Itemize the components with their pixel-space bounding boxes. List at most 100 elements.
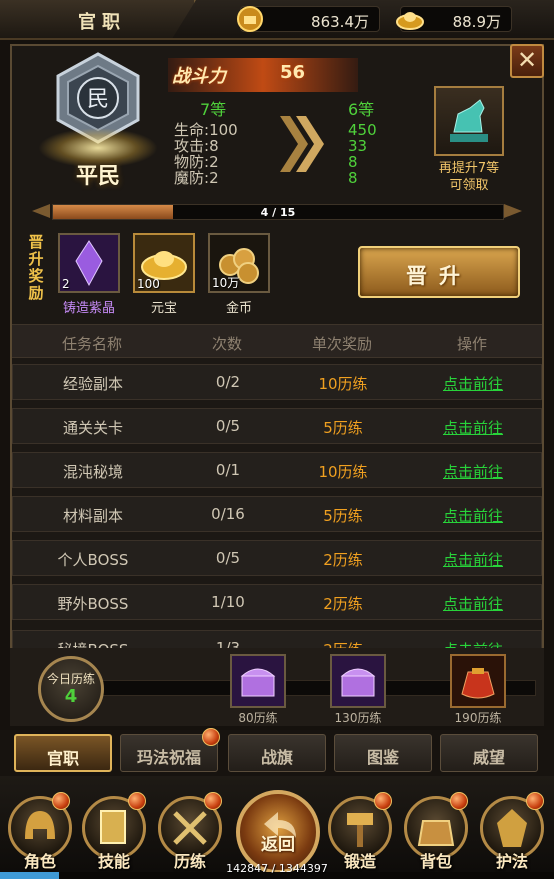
jade-horse-icon <box>450 99 488 142</box>
exp-text: 142847 / 1344397 <box>226 862 328 875</box>
task-times: 0/1 <box>215 461 241 479</box>
col-action: 操作 <box>456 335 487 353</box>
col-task-name: 任务名称 <box>61 335 122 353</box>
yuanbao-resource: 88.9万 <box>396 6 512 32</box>
item-count: 10万 <box>212 276 240 290</box>
task-table-header: 任务名称 次数 单次奖励 操作 <box>12 324 542 358</box>
table-row-partial: 秘境BOSS 1/3 2历练 点击前往 <box>12 630 542 648</box>
table-row: 经验副本 0/2 10历练 点击前往 <box>12 364 542 400</box>
stat-current-atk: 攻击:8 <box>174 137 219 155</box>
table-row: 个人BOSS 0/5 2历练 点击前往 <box>12 540 542 576</box>
rank-badge: 民 平民 <box>28 48 168 193</box>
stat-current-mdef: 魔防:2 <box>174 169 219 187</box>
go-link[interactable]: 点击前往 <box>403 373 543 394</box>
promotion-reward-label: 晋升奖励 <box>28 233 44 302</box>
task-name: 通关关卡 <box>62 419 123 437</box>
daily-chest-3[interactable] <box>450 654 506 708</box>
chest-label-2: 130历练 <box>334 711 382 725</box>
daily-chest-1[interactable] <box>230 654 286 708</box>
yuanbao-icon <box>396 12 424 30</box>
gold-value: 863.4万 <box>311 13 369 31</box>
task-reward: 5历练 <box>323 507 363 525</box>
notification-dot <box>450 792 468 810</box>
task-name: 个人BOSS <box>57 551 129 569</box>
notification-dot <box>202 728 220 746</box>
task-name: 经验副本 <box>62 375 123 393</box>
notification-dot <box>204 792 222 810</box>
go-link[interactable]: 点击前往 <box>403 417 543 438</box>
daily-chest-2[interactable] <box>330 654 386 708</box>
reward-item-coins[interactable]: 10万 <box>208 233 270 293</box>
table-row: 混沌秘境 0/1 10历练 点击前往 <box>12 452 542 488</box>
go-link[interactable]: 点击前往 <box>403 461 543 482</box>
chest-label-1: 80历练 <box>238 711 278 725</box>
item-count: 2 <box>62 277 70 291</box>
item-name-yuanbao: 元宝 <box>150 301 177 316</box>
task-name: 野外BOSS <box>57 595 129 613</box>
badge-char: 民 <box>87 87 109 112</box>
task-times: 0/16 <box>211 505 245 523</box>
stat-next-pdef: 8 <box>348 153 358 171</box>
task-reward: 2历练 <box>323 551 363 569</box>
rank-name: 平民 <box>75 164 120 189</box>
stat-current-hp: 生命:100 <box>174 121 238 139</box>
stat-next-hp: 450 <box>348 121 377 139</box>
task-reward: 5历练 <box>323 419 363 437</box>
task-reward: 10历练 <box>318 463 368 481</box>
bar-right-cap-icon <box>504 204 522 218</box>
notification-dot <box>128 792 146 810</box>
chest-label-3: 190历练 <box>454 711 502 725</box>
go-link[interactable]: 点击前往 <box>403 593 543 614</box>
go-link[interactable]: 点击前往 <box>403 549 543 570</box>
double-arrow-icon <box>280 116 324 172</box>
task-times: 0/5 <box>215 549 241 567</box>
chest-icon <box>232 656 284 706</box>
close-icon: ✕ <box>516 46 538 74</box>
tab-prestige[interactable]: 威望 <box>440 734 538 772</box>
notification-dot <box>52 792 70 810</box>
col-reward: 单次奖励 <box>311 335 372 353</box>
rank-progress-bar: 4 / 15 <box>52 204 504 220</box>
reward-item-yuanbao[interactable]: 100 <box>133 233 195 293</box>
current-level: 7等 <box>200 100 227 119</box>
col-times: 次数 <box>211 335 242 353</box>
power-label: 战斗力 <box>172 66 226 87</box>
stat-next-atk: 33 <box>348 137 368 155</box>
task-times: 0/2 <box>215 373 241 391</box>
item-name-crystal: 铸造紫晶 <box>62 301 115 316</box>
close-button[interactable]: ✕ <box>510 44 544 78</box>
table-row: 材料副本 0/16 5历练 点击前往 <box>12 496 542 532</box>
promote-button[interactable]: 晋升 <box>358 246 520 298</box>
tab-banner[interactable]: 战旗 <box>228 734 326 772</box>
task-name: 混沌秘境 <box>62 463 123 481</box>
stat-current-pdef: 物防:2 <box>174 153 219 171</box>
yuanbao-value: 88.9万 <box>452 13 501 31</box>
next-level: 6等 <box>348 100 375 119</box>
task-times: 0/5 <box>215 417 241 435</box>
gold-resource: 863.4万 <box>237 6 380 32</box>
chest-icon <box>332 656 384 706</box>
task-name: 秘境BOSS <box>13 639 173 648</box>
daily-value: 4 <box>64 686 78 707</box>
pouch-icon <box>452 656 504 706</box>
promote-button-label: 晋升 <box>406 264 472 288</box>
task-times: 1/3 <box>215 639 241 648</box>
task-times: 1/10 <box>211 593 245 611</box>
go-link[interactable]: 点击前往 <box>403 639 542 648</box>
stat-next-mdef: 8 <box>348 169 358 187</box>
tab-rank[interactable]: 官职 <box>14 734 112 772</box>
rank-progress-text: 4 / 15 <box>260 206 296 219</box>
go-link[interactable]: 点击前往 <box>403 505 543 526</box>
milestone-reward-note: 再提升7等 可领取 <box>438 161 500 193</box>
reward-item-crystal[interactable]: 2 <box>58 233 120 293</box>
milestone-reward-slot[interactable] <box>434 86 504 156</box>
tab-codex[interactable]: 图鉴 <box>334 734 432 772</box>
page-title: 官职 <box>78 12 126 33</box>
notification-dot <box>526 792 544 810</box>
task-name: 材料副本 <box>62 507 123 525</box>
bar-left-cap-icon <box>32 204 50 218</box>
task-reward: 2历练 <box>283 639 403 648</box>
table-row: 秘境BOSS 1/3 2历练 点击前往 <box>12 630 542 648</box>
task-reward: 2历练 <box>323 595 363 613</box>
top-bar: 官职 863.4万 88.9万 <box>0 0 554 40</box>
